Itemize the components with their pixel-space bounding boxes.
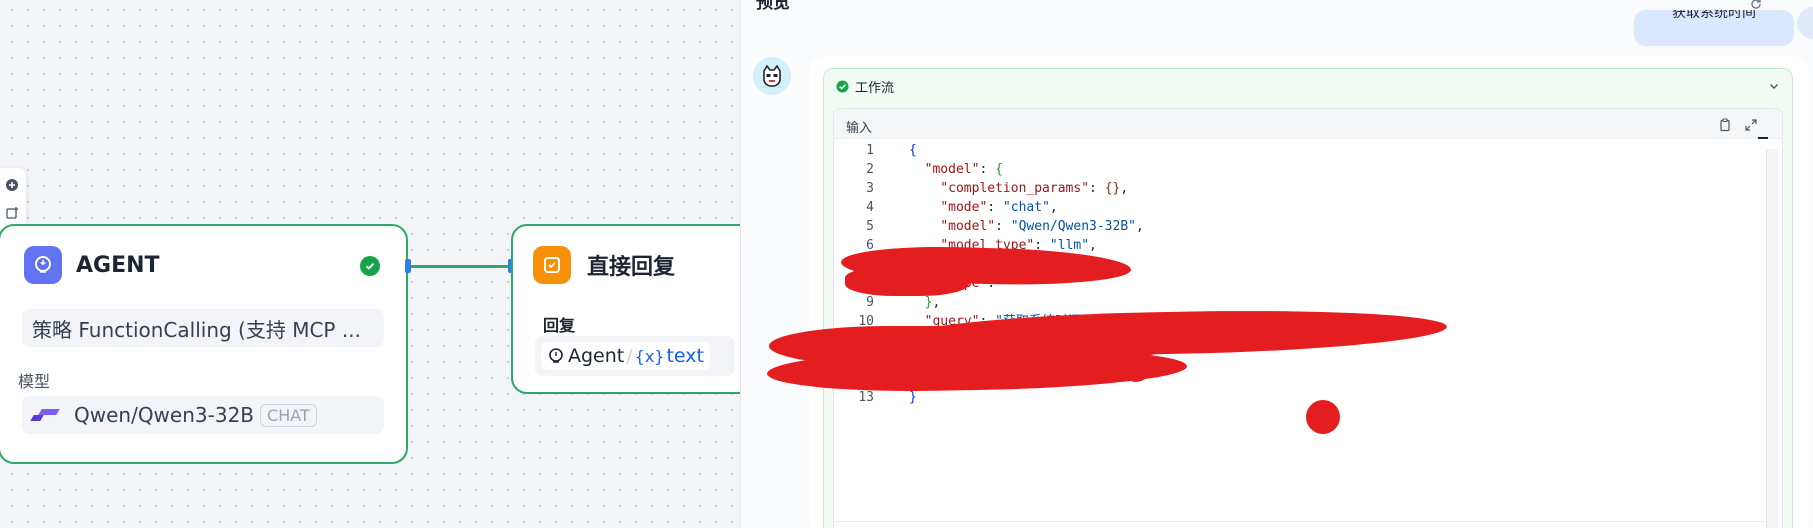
agent-model-field[interactable]: Qwen/Qwen3-32B CHAT [22, 396, 384, 434]
reply-icon [533, 246, 571, 284]
agent-strategy-field[interactable]: 策略 FunctionCalling (支持 MCP ... [22, 309, 384, 347]
redaction-mark [1121, 350, 1151, 382]
expand-icon[interactable] [1744, 117, 1758, 136]
add-node-icon[interactable] [3, 176, 21, 194]
line-content: "mode": "chat", [940, 200, 1058, 215]
preview-panel: 预览 获取系统时间 工作流 输入 1 {2 "model": {3 "com… [740, 0, 1813, 528]
success-check-icon [360, 256, 380, 276]
input-label: 输入 [846, 121, 873, 136]
line-content: "completion_params": {}, [940, 181, 1129, 196]
line-number: 3 [866, 181, 874, 196]
agent-var-icon [549, 348, 563, 363]
variable-separator: / [626, 345, 633, 367]
refresh-icon[interactable] [1749, 0, 1763, 10]
input-panel-header: 输入 [834, 109, 1782, 139]
reply-content-box[interactable]: Agent / {x} text [535, 336, 735, 376]
line-content: { [909, 143, 917, 158]
model-type-badge: CHAT [260, 403, 317, 427]
code-line: 4 "mode": "chat", [834, 198, 1734, 217]
direct-reply-node[interactable]: 直接回复 回复 Agent / {x} text [511, 224, 740, 394]
copy-icon[interactable] [1718, 117, 1732, 136]
model-label: 模型 [18, 372, 51, 391]
minimize-dash[interactable] [1758, 137, 1768, 139]
model-name: Qwen/Qwen3-32B [74, 403, 255, 427]
line-number: 1 [866, 143, 874, 158]
variable-x-icon: {x} [634, 346, 665, 366]
line-content: "model": { [924, 162, 1003, 177]
line-number: 5 [866, 219, 874, 234]
user-avatar [1797, 6, 1813, 40]
workflow-header[interactable]: 工作流 [836, 77, 894, 96]
redaction-mark [845, 266, 969, 296]
redaction-dot [1306, 400, 1340, 434]
line-number: 9 [866, 295, 874, 310]
collapse-chevron-icon[interactable] [1768, 77, 1780, 96]
agent-node[interactable]: AGENT 策略 FunctionCalling (支持 MCP ... 模型 … [0, 224, 408, 464]
variable-node-name: Agent [568, 345, 625, 367]
code-scrollbar[interactable] [1766, 149, 1778, 528]
code-line: 2 "model": { [834, 160, 1734, 179]
code-line: 13} [834, 388, 1734, 407]
preview-title: 预览 [756, 0, 790, 13]
variable-chip[interactable]: Agent / {x} text [541, 342, 710, 370]
code-line: 5 "model": "Qwen/Qwen3-32B", [834, 217, 1734, 236]
line-content: "model": "Qwen/Qwen3-32B", [940, 219, 1144, 234]
agent-brain-icon [24, 246, 62, 284]
code-line: 1{ [834, 141, 1734, 160]
agent-strategy-text: 策略 FunctionCalling (支持 MCP ... [32, 317, 361, 342]
model-provider-icon [30, 407, 60, 423]
agent-node-title: AGENT [76, 252, 160, 278]
user-message-text: 获取系统时间 [1672, 10, 1756, 21]
variable-name: text [666, 345, 704, 367]
line-number: 13 [858, 390, 874, 405]
line-number: 4 [866, 200, 874, 215]
agent-output-handle[interactable] [405, 259, 411, 273]
reply-label: 回复 [543, 316, 576, 335]
user-message-bubble: 获取系统时间 [1634, 10, 1794, 46]
bot-face-icon [763, 64, 781, 87]
bot-avatar [753, 57, 791, 95]
line-number: 2 [866, 162, 874, 177]
workflow-success-icon [836, 80, 849, 93]
connection-edge[interactable] [408, 265, 511, 268]
code-line: 9 }, [834, 293, 1734, 312]
workflow-label: 工作流 [855, 81, 895, 96]
code-line: 3 "completion_params": {}, [834, 179, 1734, 198]
reply-node-title: 直接回复 [587, 255, 676, 280]
workflow-canvas[interactable]: AGENT 策略 FunctionCalling (支持 MCP ... 模型 … [0, 0, 740, 528]
add-note-icon[interactable] [3, 204, 21, 222]
